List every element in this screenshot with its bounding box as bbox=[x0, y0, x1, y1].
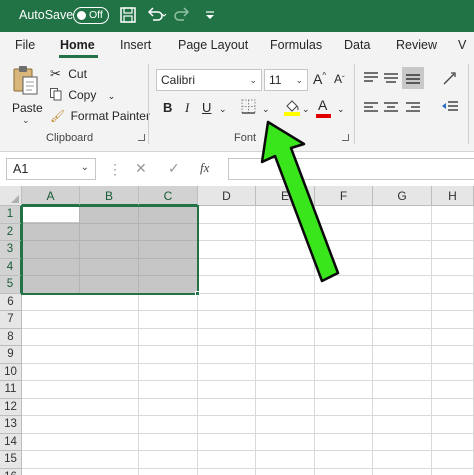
arrow-shape bbox=[260, 120, 340, 283]
annotation-arrow bbox=[260, 120, 340, 283]
